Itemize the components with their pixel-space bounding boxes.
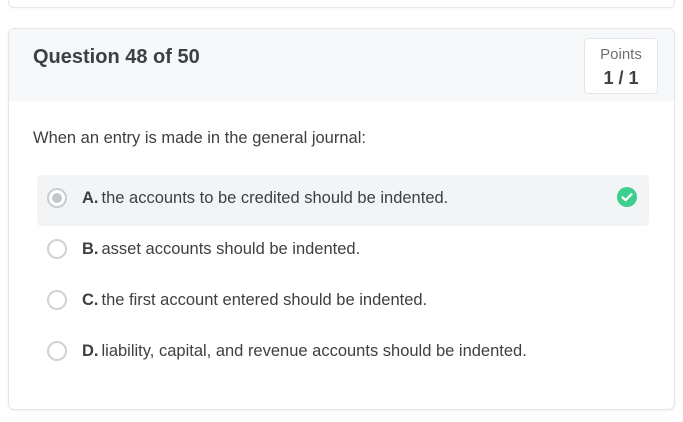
question-prompt: When an entry is made in the general jou… [33, 129, 366, 147]
radio-icon[interactable] [47, 341, 67, 361]
answer-label: the accounts to be credited should be in… [101, 189, 449, 207]
question-card: Question 48 of 50 Points 1 / 1 When an e… [8, 28, 675, 410]
answer-label: the first account entered should be inde… [101, 291, 428, 309]
answer-letter: B. [82, 240, 99, 258]
answer-letter: D. [82, 342, 99, 360]
answer-text: B. asset accounts should be indented. [82, 240, 360, 259]
question-header: Question 48 of 50 Points 1 / 1 [9, 29, 674, 101]
answer-list: A. the accounts to be credited should be … [37, 175, 649, 379]
previous-card-edge [8, 0, 675, 8]
answer-option-b[interactable]: B. asset accounts should be indented. [37, 226, 649, 277]
points-label: Points [600, 46, 642, 63]
answer-option-a[interactable]: A. the accounts to be credited should be … [37, 175, 649, 226]
answer-label: liability, capital, and revenue accounts… [101, 342, 527, 360]
answer-option-c[interactable]: C. the first account entered should be in… [37, 277, 649, 328]
points-value: 1 / 1 [603, 68, 639, 88]
points-box: Points 1 / 1 [584, 38, 658, 94]
answer-text: C. the first account entered should be in… [82, 291, 427, 310]
radio-icon[interactable] [47, 290, 67, 310]
radio-icon[interactable] [47, 239, 67, 259]
correct-check-icon [617, 187, 637, 207]
radio-selected-icon[interactable] [47, 188, 67, 208]
answer-letter: C. [82, 291, 99, 309]
answer-text: A. the accounts to be credited should be … [82, 189, 448, 208]
answer-letter: A. [82, 189, 99, 207]
answer-text: D. liability, capital, and revenue accoun… [82, 342, 527, 361]
answer-option-d[interactable]: D. liability, capital, and revenue accoun… [37, 328, 649, 379]
question-title: Question 48 of 50 [33, 46, 200, 68]
answer-label: asset accounts should be indented. [101, 240, 361, 258]
